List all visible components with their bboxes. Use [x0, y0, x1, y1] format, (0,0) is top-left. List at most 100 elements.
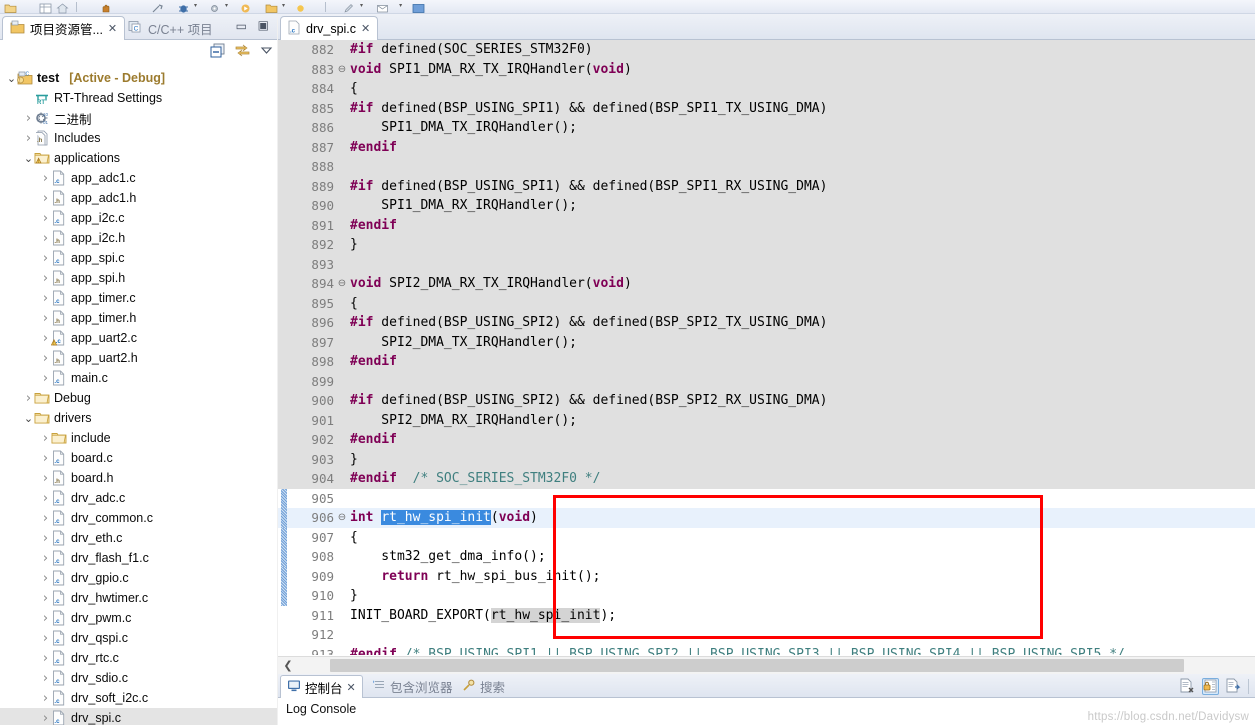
code-text[interactable]: SPI1_DMA_TX_IRQHandler(); — [348, 118, 1255, 138]
expand-arrow-closed-icon[interactable]: › — [40, 212, 51, 225]
editor-tabbar[interactable]: .c drv_spi.c ✕ — [278, 14, 1255, 40]
code-line[interactable]: 899 — [278, 371, 1255, 391]
main-toolbar[interactable]: ▾ ▾ ▾ ▾ ▾ — [0, 0, 1255, 14]
expand-arrow-closed-icon[interactable]: › — [40, 432, 51, 445]
minimize-button[interactable]: ▭ — [236, 19, 247, 33]
chevron-down-icon-5[interactable]: ▾ — [399, 1, 402, 12]
console-tabbar[interactable]: 控制台 ✕ 包含浏览器 搜索 — [278, 674, 1255, 698]
left-panel-tabbar[interactable]: 项目资源管... ✕ C C/C++ 项目 ▭ ▣ — [0, 14, 277, 40]
code-line[interactable]: 887 #endif — [278, 137, 1255, 157]
tree-item-drv_spi-c[interactable]: › .c drv_spi.c — [0, 708, 277, 725]
folder-yellow-icon[interactable] — [265, 1, 278, 13]
mail-icon[interactable] — [376, 1, 389, 13]
code-line[interactable]: 891 #endif — [278, 215, 1255, 235]
table-icon[interactable] — [39, 1, 52, 14]
code-line[interactable]: 895 { — [278, 293, 1255, 313]
code-text[interactable]: int rt_hw_spi_init(void) — [348, 508, 1255, 528]
code-line[interactable]: 911 INIT_BOARD_EXPORT(rt_hw_spi_init); — [278, 606, 1255, 626]
code-line[interactable]: 903} — [278, 449, 1255, 470]
code-line[interactable]: 902 #endif — [278, 430, 1255, 450]
code-text[interactable]: #if defined(BSP_USING_SPI1) && defined(B… — [348, 99, 1255, 119]
code-line[interactable]: 913 #endif /* BSP_USING_SPI1 || BSP_USING… — [278, 645, 1255, 656]
code-line[interactable]: 897 SPI2_DMA_TX_IRQHandler(); — [278, 332, 1255, 352]
tree-item-drv_common-c[interactable]: › .c drv_common.c — [0, 508, 277, 528]
expand-arrow-closed-icon[interactable]: › — [23, 132, 34, 145]
code-line[interactable]: 904 #endif /* SOC_SERIES_STM32F0 */ — [278, 469, 1255, 489]
expand-arrow-open-icon[interactable]: ⌄ — [23, 413, 34, 424]
code-text[interactable] — [348, 489, 1255, 509]
tree-item-app_uart2-h[interactable]: › .h app_uart2.h — [0, 348, 277, 368]
chevron-down-icon[interactable]: ▾ — [194, 1, 197, 12]
tree-item-rt-thread-settings[interactable]: RT RT-Thread Settings — [0, 88, 277, 108]
tab-drv-spi-c[interactable]: .c drv_spi.c ✕ — [280, 16, 379, 40]
expand-arrow-closed-icon[interactable]: › — [40, 192, 51, 205]
tree-item-includes[interactable]: › .h Includes — [0, 128, 277, 148]
code-text[interactable]: } — [348, 235, 1255, 255]
expand-arrow-closed-icon[interactable]: › — [40, 292, 51, 305]
code-text[interactable]: { — [348, 79, 1255, 99]
horizontal-scrollbar[interactable]: ❮ — [278, 656, 1255, 674]
code-line[interactable]: 882 #if defined(SOC_SERIES_STM32F0) — [278, 40, 1255, 60]
sun-icon[interactable] — [294, 1, 307, 12]
tab-console[interactable]: 控制台 ✕ — [280, 675, 363, 698]
scrollbar-thumb[interactable] — [330, 659, 1184, 672]
scrollbar-track[interactable] — [298, 657, 1255, 674]
tree-item-app_spi-h[interactable]: › .h app_spi.h — [0, 268, 277, 288]
tree-item-app_timer-h[interactable]: › .h app_timer.h — [0, 308, 277, 328]
home-icon[interactable] — [56, 1, 69, 14]
tab-cpp-projects[interactable]: C C/C++ 项目 — [121, 16, 220, 40]
tab-search[interactable]: 搜索 — [456, 675, 511, 698]
code-text[interactable]: #endif — [348, 430, 1255, 450]
expand-arrow-closed-icon[interactable]: › — [40, 472, 51, 485]
lock-scroll-icon[interactable] — [1202, 677, 1219, 695]
tree-item-drv_flash_f1-c[interactable]: › .c drv_flash_f1.c — [0, 548, 277, 568]
code-text[interactable]: #if defined(BSP_USING_SPI1) && defined(B… — [348, 177, 1255, 197]
code-text[interactable]: #if defined(SOC_SERIES_STM32F0) — [348, 40, 1255, 60]
expand-arrow-closed-icon[interactable]: › — [40, 592, 51, 605]
expand-arrow-closed-icon[interactable]: › — [40, 632, 51, 645]
code-text[interactable] — [348, 625, 1255, 645]
expand-arrow-closed-icon[interactable]: › — [40, 572, 51, 585]
run-icon[interactable] — [239, 1, 252, 13]
code-text[interactable]: #endif /* SOC_SERIES_STM32F0 */ — [348, 469, 1255, 489]
code-text[interactable]: #if defined(BSP_USING_SPI2) && defined(B… — [348, 391, 1255, 411]
expand-arrow-closed-icon[interactable]: › — [40, 692, 51, 705]
tree-item-app_timer-c[interactable]: › .c app_timer.c — [0, 288, 277, 308]
maximize-button[interactable]: ▣ — [258, 18, 269, 32]
tree-item-drivers[interactable]: ⌄ drivers — [0, 408, 277, 428]
expand-arrow-closed-icon[interactable]: › — [23, 112, 34, 125]
pin-console-icon[interactable] — [1225, 678, 1242, 695]
code-line[interactable]: 907{ — [278, 527, 1255, 547]
tree-item-test[interactable]: ⌄ C! test [Active - Debug] — [0, 68, 277, 88]
tree-item-drv_adc-c[interactable]: › .c drv_adc.c — [0, 488, 277, 508]
code-lines[interactable]: 882 #if defined(SOC_SERIES_STM32F0) 883 ⊖ vo… — [278, 40, 1255, 655]
clear-console-icon[interactable] — [1179, 678, 1196, 695]
window-icon[interactable] — [412, 1, 425, 13]
tree-item-drv_sdio-c[interactable]: › .c drv_sdio.c — [0, 668, 277, 688]
code-text[interactable]: SPI1_DMA_RX_IRQHandler(); — [348, 196, 1255, 216]
code-line[interactable]: 886 SPI1_DMA_TX_IRQHandler(); — [278, 118, 1255, 138]
fold-collapse-icon[interactable]: ⊖ — [336, 60, 348, 80]
code-text[interactable]: #endif /* BSP_USING_SPI1 || BSP_USING_SP… — [348, 645, 1255, 656]
code-text[interactable]: SPI2_DMA_RX_IRQHandler(); — [348, 411, 1255, 431]
tree-item-app_i2c-h[interactable]: › .h app_i2c.h — [0, 228, 277, 248]
code-line[interactable]: 889 #if defined(BSP_USING_SPI1) && define… — [278, 176, 1255, 197]
tree-item-drv_eth-c[interactable]: › .c drv_eth.c — [0, 528, 277, 548]
tab-include-browser[interactable]: 包含浏览器 — [366, 675, 459, 698]
expand-arrow-closed-icon[interactable]: › — [40, 332, 51, 345]
code-text[interactable]: } — [348, 450, 1255, 470]
close-icon[interactable]: ✕ — [347, 681, 356, 694]
tree-item-drv_soft_i2c-c[interactable]: › .c drv_soft_i2c.c — [0, 688, 277, 708]
code-line[interactable]: 896 #if defined(BSP_USING_SPI2) && define… — [278, 313, 1255, 333]
fold-collapse-icon[interactable]: ⊖ — [336, 508, 348, 528]
code-line[interactable]: 908 stm32_get_dma_info(); — [278, 547, 1255, 567]
expand-arrow-closed-icon[interactable]: › — [40, 312, 51, 325]
tree-item-main-c[interactable]: › .c main.c — [0, 368, 277, 388]
code-text[interactable] — [348, 255, 1255, 275]
expand-arrow-closed-icon[interactable]: › — [40, 352, 51, 365]
code-text[interactable]: #endif — [348, 352, 1255, 372]
code-line[interactable]: 888 — [278, 157, 1255, 177]
code-line[interactable]: 910} — [278, 586, 1255, 606]
console-toolbar[interactable] — [1179, 676, 1249, 696]
tree-item-board-c[interactable]: › .c board.c — [0, 448, 277, 468]
